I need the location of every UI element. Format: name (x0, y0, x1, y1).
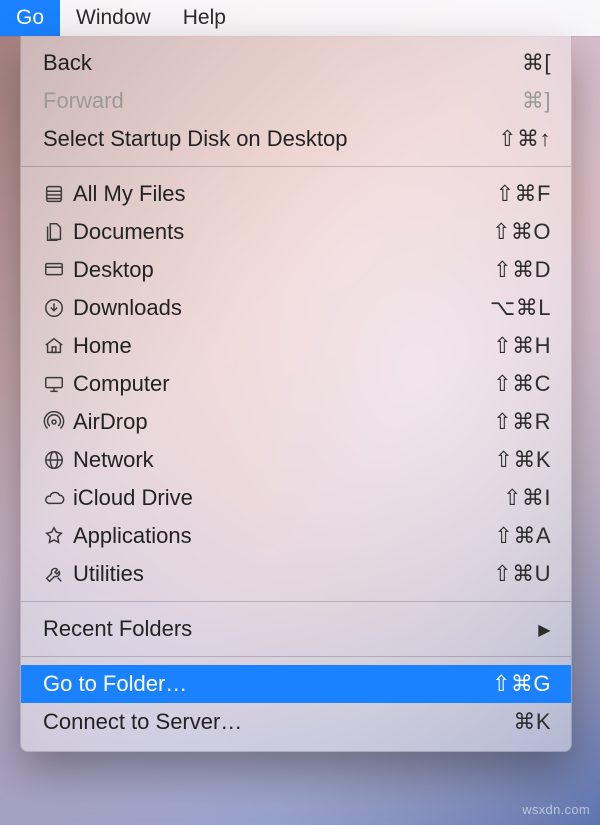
menubar-item-help[interactable]: Help (167, 0, 242, 36)
downloads-icon (43, 297, 73, 319)
airdrop-icon (43, 411, 73, 433)
menu-item-utilities[interactable]: Utilities ⇧⌘U (21, 555, 571, 593)
shortcut-label: ⇧⌘K (494, 447, 551, 473)
desktop-icon (43, 259, 73, 281)
menu-item-computer[interactable]: Computer ⇧⌘C (21, 365, 571, 403)
menu-item-label: Recent Folders (43, 616, 538, 642)
menu-item-go-to-folder[interactable]: Go to Folder… ⇧⌘G (21, 665, 571, 703)
menu-item-label: Computer (73, 371, 493, 397)
desktop-background: Go Window Help Back ⌘[ Forward ⌘] Select… (0, 0, 600, 825)
menu-item-label: iCloud Drive (73, 485, 503, 511)
network-icon (43, 449, 73, 471)
menu-item-label: Network (73, 447, 494, 473)
menu-item-icloud-drive[interactable]: iCloud Drive ⇧⌘I (21, 479, 571, 517)
icloud-icon (43, 487, 73, 509)
menu-item-back[interactable]: Back ⌘[ (21, 44, 571, 82)
menu-item-label: Back (43, 50, 522, 76)
shortcut-label: ⇧⌘↑ (498, 126, 551, 152)
shortcut-label: ⇧⌘H (493, 333, 551, 359)
shortcut-label: ⇧⌘A (494, 523, 551, 549)
menu-item-connect-to-server[interactable]: Connect to Server… ⌘K (21, 703, 571, 741)
menu-item-label: AirDrop (73, 409, 493, 435)
shortcut-label: ⌥⌘L (490, 295, 551, 321)
watermark-text: wsxdn.com (522, 802, 590, 817)
shortcut-label: ⇧⌘C (493, 371, 551, 397)
menu-item-label: Home (73, 333, 493, 359)
menu-separator (21, 601, 571, 602)
shortcut-label: ⌘K (513, 709, 551, 735)
menu-item-label: Select Startup Disk on Desktop (43, 126, 498, 152)
menu-separator (21, 166, 571, 167)
menu-item-documents[interactable]: Documents ⇧⌘O (21, 213, 571, 251)
menu-item-network[interactable]: Network ⇧⌘K (21, 441, 571, 479)
menu-item-applications[interactable]: Applications ⇧⌘A (21, 517, 571, 555)
submenu-arrow-icon: ▶ (538, 618, 551, 640)
shortcut-label: ⇧⌘D (493, 257, 551, 283)
menu-item-label: Utilities (73, 561, 493, 587)
menu-item-airdrop[interactable]: AirDrop ⇧⌘R (21, 403, 571, 441)
menu-item-desktop[interactable]: Desktop ⇧⌘D (21, 251, 571, 289)
utilities-icon (43, 563, 73, 585)
menu-item-label: Desktop (73, 257, 493, 283)
menubar-item-go[interactable]: Go (0, 0, 60, 36)
menubar: Go Window Help (0, 0, 600, 36)
shortcut-label: ⇧⌘U (493, 561, 551, 587)
documents-icon (43, 221, 73, 243)
computer-icon (43, 373, 73, 395)
menu-item-recent-folders[interactable]: Recent Folders ▶ (21, 610, 571, 648)
shortcut-label: ⇧⌘I (503, 485, 551, 511)
menu-item-label: Connect to Server… (43, 709, 513, 735)
menu-item-all-my-files[interactable]: All My Files ⇧⌘F (21, 175, 571, 213)
shortcut-label: ⌘] (522, 88, 551, 114)
menu-item-label: Documents (73, 219, 492, 245)
shortcut-label: ⇧⌘G (492, 671, 551, 697)
menubar-item-window[interactable]: Window (60, 0, 167, 36)
menu-item-label: Downloads (73, 295, 490, 321)
shortcut-label: ⇧⌘F (496, 181, 551, 207)
menu-item-label: Applications (73, 523, 494, 549)
menu-item-downloads[interactable]: Downloads ⌥⌘L (21, 289, 571, 327)
home-icon (43, 335, 73, 357)
menu-separator (21, 656, 571, 657)
menu-item-label: Go to Folder… (43, 671, 492, 697)
menu-item-startup-disk[interactable]: Select Startup Disk on Desktop ⇧⌘↑ (21, 120, 571, 158)
menu-item-home[interactable]: Home ⇧⌘H (21, 327, 571, 365)
shortcut-label: ⇧⌘R (493, 409, 551, 435)
shortcut-label: ⌘[ (522, 50, 551, 76)
all-my-files-icon (43, 183, 73, 205)
shortcut-label: ⇧⌘O (492, 219, 551, 245)
applications-icon (43, 525, 73, 547)
menu-item-label: All My Files (73, 181, 496, 207)
menu-item-forward: Forward ⌘] (21, 82, 571, 120)
menu-item-label: Forward (43, 88, 522, 114)
go-menu-dropdown: Back ⌘[ Forward ⌘] Select Startup Disk o… (20, 36, 572, 752)
